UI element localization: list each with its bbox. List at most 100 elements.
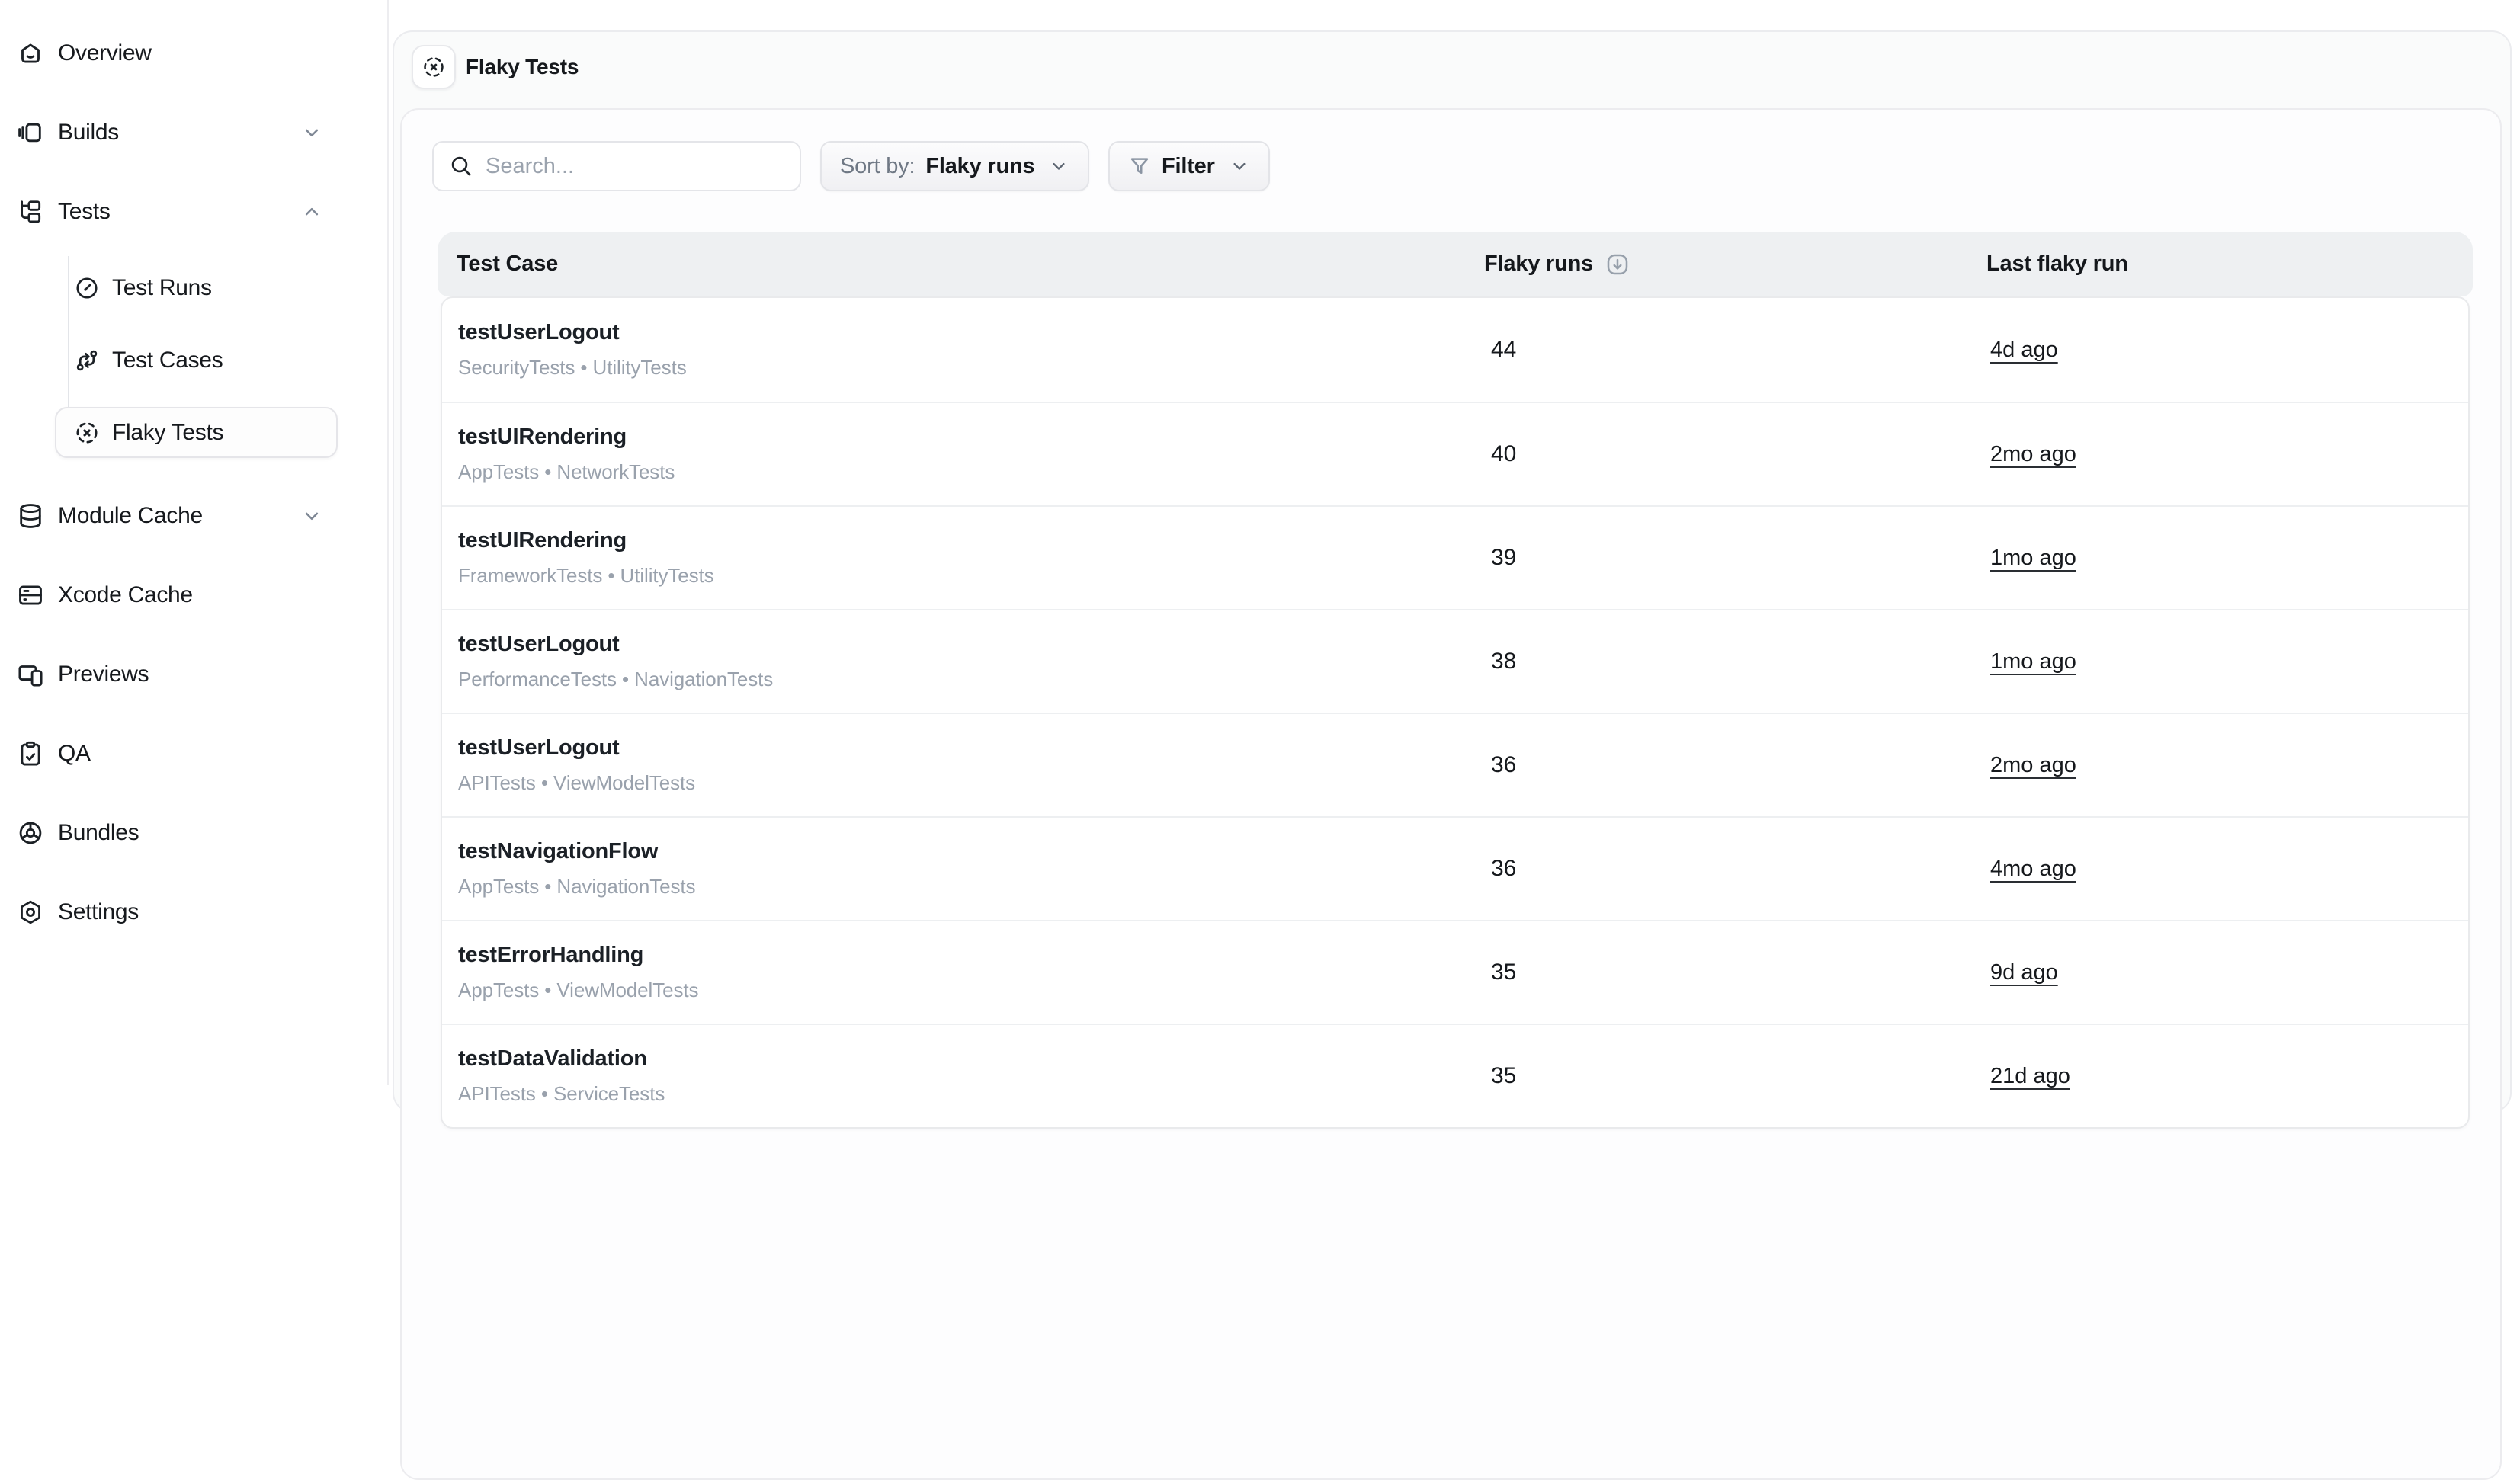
sidebar-item-previews[interactable]: Previews <box>0 635 387 714</box>
last-flaky-run-link[interactable]: 21d ago <box>1990 1064 2070 1088</box>
test-suites: FrameworkTests • UtilityTests <box>458 564 1491 588</box>
table-row[interactable]: testUIRendering FrameworkTests • Utility… <box>442 505 2468 609</box>
flaky-runs-count: 40 <box>1491 441 1990 467</box>
main-panel: Flaky Tests Sort by: Flaky runs Filter T… <box>393 30 2512 1113</box>
test-suites: AppTests • ViewModelTests <box>458 979 1491 1002</box>
sidebar-item-label: Xcode Cache <box>58 582 193 608</box>
content-card: Sort by: Flaky runs Filter Test Case Fla… <box>400 108 2502 1480</box>
chevron-down-icon <box>1229 155 1250 177</box>
last-flaky-run-link[interactable]: 1mo ago <box>1990 649 2076 674</box>
test-name: testUIRendering <box>458 424 1491 450</box>
filter-button[interactable]: Filter <box>1108 141 1270 191</box>
sidebar-item-test-cases[interactable]: Test Cases <box>0 324 387 396</box>
chevron-down-icon <box>1048 155 1069 177</box>
flaky-circle-icon <box>422 55 446 79</box>
last-flaky-run-link[interactable]: 1mo ago <box>1990 546 2076 570</box>
home-icon <box>17 40 44 67</box>
sidebar-item-label: Test Runs <box>112 275 212 301</box>
table-row[interactable]: testErrorHandling AppTests • ViewModelTe… <box>442 920 2468 1024</box>
test-name: testUserLogout <box>458 320 1491 345</box>
chevron-up-icon <box>300 200 323 223</box>
sidebar-item-label: Module Cache <box>58 503 203 529</box>
column-header-last-flaky-run: Last flaky run <box>1986 251 2473 277</box>
sidebar-item-label: Settings <box>58 899 139 925</box>
test-name: testErrorHandling <box>458 943 1491 968</box>
sidebar-item-label: Previews <box>58 662 149 687</box>
column-header-test-case: Test Case <box>457 251 1484 277</box>
flaky-runs-count: 35 <box>1491 959 1990 985</box>
sidebar-item-flaky-tests[interactable]: Flaky Tests <box>0 396 387 469</box>
table-row[interactable]: testNavigationFlow AppTests • Navigation… <box>442 816 2468 920</box>
last-flaky-run-link[interactable]: 2mo ago <box>1990 753 2076 777</box>
sidebar-nav: Overview Builds Tests <box>0 0 387 952</box>
sidebar-item-test-runs[interactable]: Test Runs <box>0 251 387 324</box>
sort-value: Flaky runs <box>925 154 1034 179</box>
search-icon <box>449 154 473 178</box>
sidebar-item-label: Bundles <box>58 820 139 846</box>
wheel-icon <box>17 819 44 847</box>
sidebar-item-label: Builds <box>58 120 119 146</box>
test-suites: PerformanceTests • NavigationTests <box>458 668 1491 691</box>
sidebar-item-xcode-cache[interactable]: Xcode Cache <box>0 556 387 635</box>
flaky-runs-count: 39 <box>1491 545 1990 571</box>
table-body: testUserLogout SecurityTests • UtilityTe… <box>441 296 2470 1129</box>
settings-hex-icon <box>17 899 44 926</box>
test-name: testDataValidation <box>458 1046 1491 1072</box>
sort-label: Sort by: <box>840 154 915 179</box>
database-icon <box>17 502 44 530</box>
table-row[interactable]: testDataValidation APITests • ServiceTes… <box>442 1024 2468 1127</box>
sidebar-item-bundles[interactable]: Bundles <box>0 793 387 873</box>
server-icon <box>17 581 44 609</box>
test-suites: AppTests • NavigationTests <box>458 875 1491 899</box>
sidebar-item-module-cache[interactable]: Module Cache <box>0 476 387 556</box>
table-row[interactable]: testUserLogout APITests • ViewModelTests… <box>442 713 2468 816</box>
table-row[interactable]: testUserLogout PerformanceTests • Naviga… <box>442 609 2468 713</box>
last-flaky-run-link[interactable]: 9d ago <box>1990 960 2058 985</box>
sidebar-item-label: Overview <box>58 40 152 66</box>
sidebar-item-label: QA <box>58 741 91 767</box>
route-icon <box>74 348 100 373</box>
chevron-down-icon <box>300 121 323 144</box>
test-name: testUIRendering <box>458 528 1491 553</box>
sidebar: Overview Builds Tests <box>0 0 389 1085</box>
sort-descending-icon <box>1605 252 1630 277</box>
flaky-runs-count: 36 <box>1491 752 1990 778</box>
gauge-icon <box>74 275 100 301</box>
test-suites: APITests • ServiceTests <box>458 1082 1491 1106</box>
page-title: Flaky Tests <box>466 45 579 89</box>
search-input-wrapper <box>432 141 801 191</box>
last-flaky-run-link[interactable]: 4mo ago <box>1990 857 2076 881</box>
last-flaky-run-link[interactable]: 4d ago <box>1990 338 2058 362</box>
filter-funnel-icon <box>1128 155 1151 178</box>
sidebar-item-label: Tests <box>58 199 111 225</box>
sidebar-item-builds[interactable]: Builds <box>0 93 387 172</box>
flaky-tests-icon-button[interactable] <box>412 45 456 89</box>
sidebar-item-label: Test Cases <box>112 348 223 373</box>
filter-label: Filter <box>1162 154 1215 179</box>
flaky-runs-count: 36 <box>1491 856 1990 882</box>
table-row[interactable]: testUIRendering AppTests • NetworkTests … <box>442 402 2468 505</box>
test-suites: SecurityTests • UtilityTests <box>458 356 1491 380</box>
test-suites: AppTests • NetworkTests <box>458 460 1491 484</box>
column-header-flaky-runs[interactable]: Flaky runs <box>1484 251 1986 277</box>
table-header: Test Case Flaky runs Last flaky run <box>438 232 2473 296</box>
test-suites: APITests • ViewModelTests <box>458 771 1491 795</box>
test-name: testUserLogout <box>458 632 1491 657</box>
tests-sub-list: Test Runs Test Cases <box>0 251 387 469</box>
test-name: testNavigationFlow <box>458 839 1491 864</box>
builds-icon <box>17 119 44 146</box>
table-row[interactable]: testUserLogout SecurityTests • UtilityTe… <box>442 298 2468 402</box>
flaky-runs-count: 44 <box>1491 337 1990 363</box>
search-input[interactable] <box>486 154 784 179</box>
test-name: testUserLogout <box>458 735 1491 761</box>
chevron-down-icon <box>300 505 323 527</box>
last-flaky-run-link[interactable]: 2mo ago <box>1990 442 2076 466</box>
sort-button[interactable]: Sort by: Flaky runs <box>820 141 1089 191</box>
devices-icon <box>17 661 44 688</box>
tests-tree-icon <box>17 198 44 226</box>
sidebar-item-label: Flaky Tests <box>112 420 223 446</box>
sidebar-item-settings[interactable]: Settings <box>0 873 387 952</box>
sidebar-item-qa[interactable]: QA <box>0 714 387 793</box>
sidebar-item-tests[interactable]: Tests <box>0 172 387 251</box>
sidebar-item-overview[interactable]: Overview <box>0 14 387 93</box>
